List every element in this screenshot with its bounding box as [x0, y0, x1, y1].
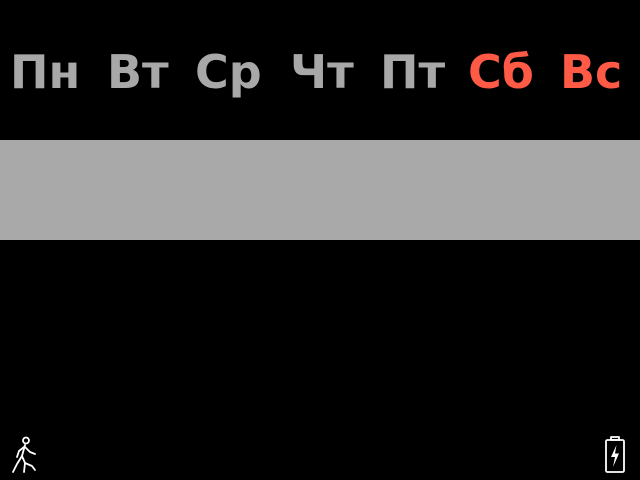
- battery-charging-icon: [605, 436, 625, 473]
- selection-band[interactable]: [0, 140, 640, 240]
- weekday-saturday[interactable]: Сб: [468, 44, 534, 100]
- weekday-row: Пн Вт Ср Чт Пт Сб Вс: [0, 0, 640, 140]
- weekday-friday[interactable]: Пт: [380, 44, 445, 100]
- walk-icon: [12, 436, 36, 473]
- weekday-wednesday[interactable]: Ср: [195, 44, 262, 100]
- weekday-thursday[interactable]: Чт: [290, 44, 354, 100]
- weekday-monday[interactable]: Пн: [10, 44, 80, 100]
- weekday-sunday[interactable]: Вс: [560, 44, 622, 100]
- weekday-tuesday[interactable]: Вт: [107, 44, 169, 100]
